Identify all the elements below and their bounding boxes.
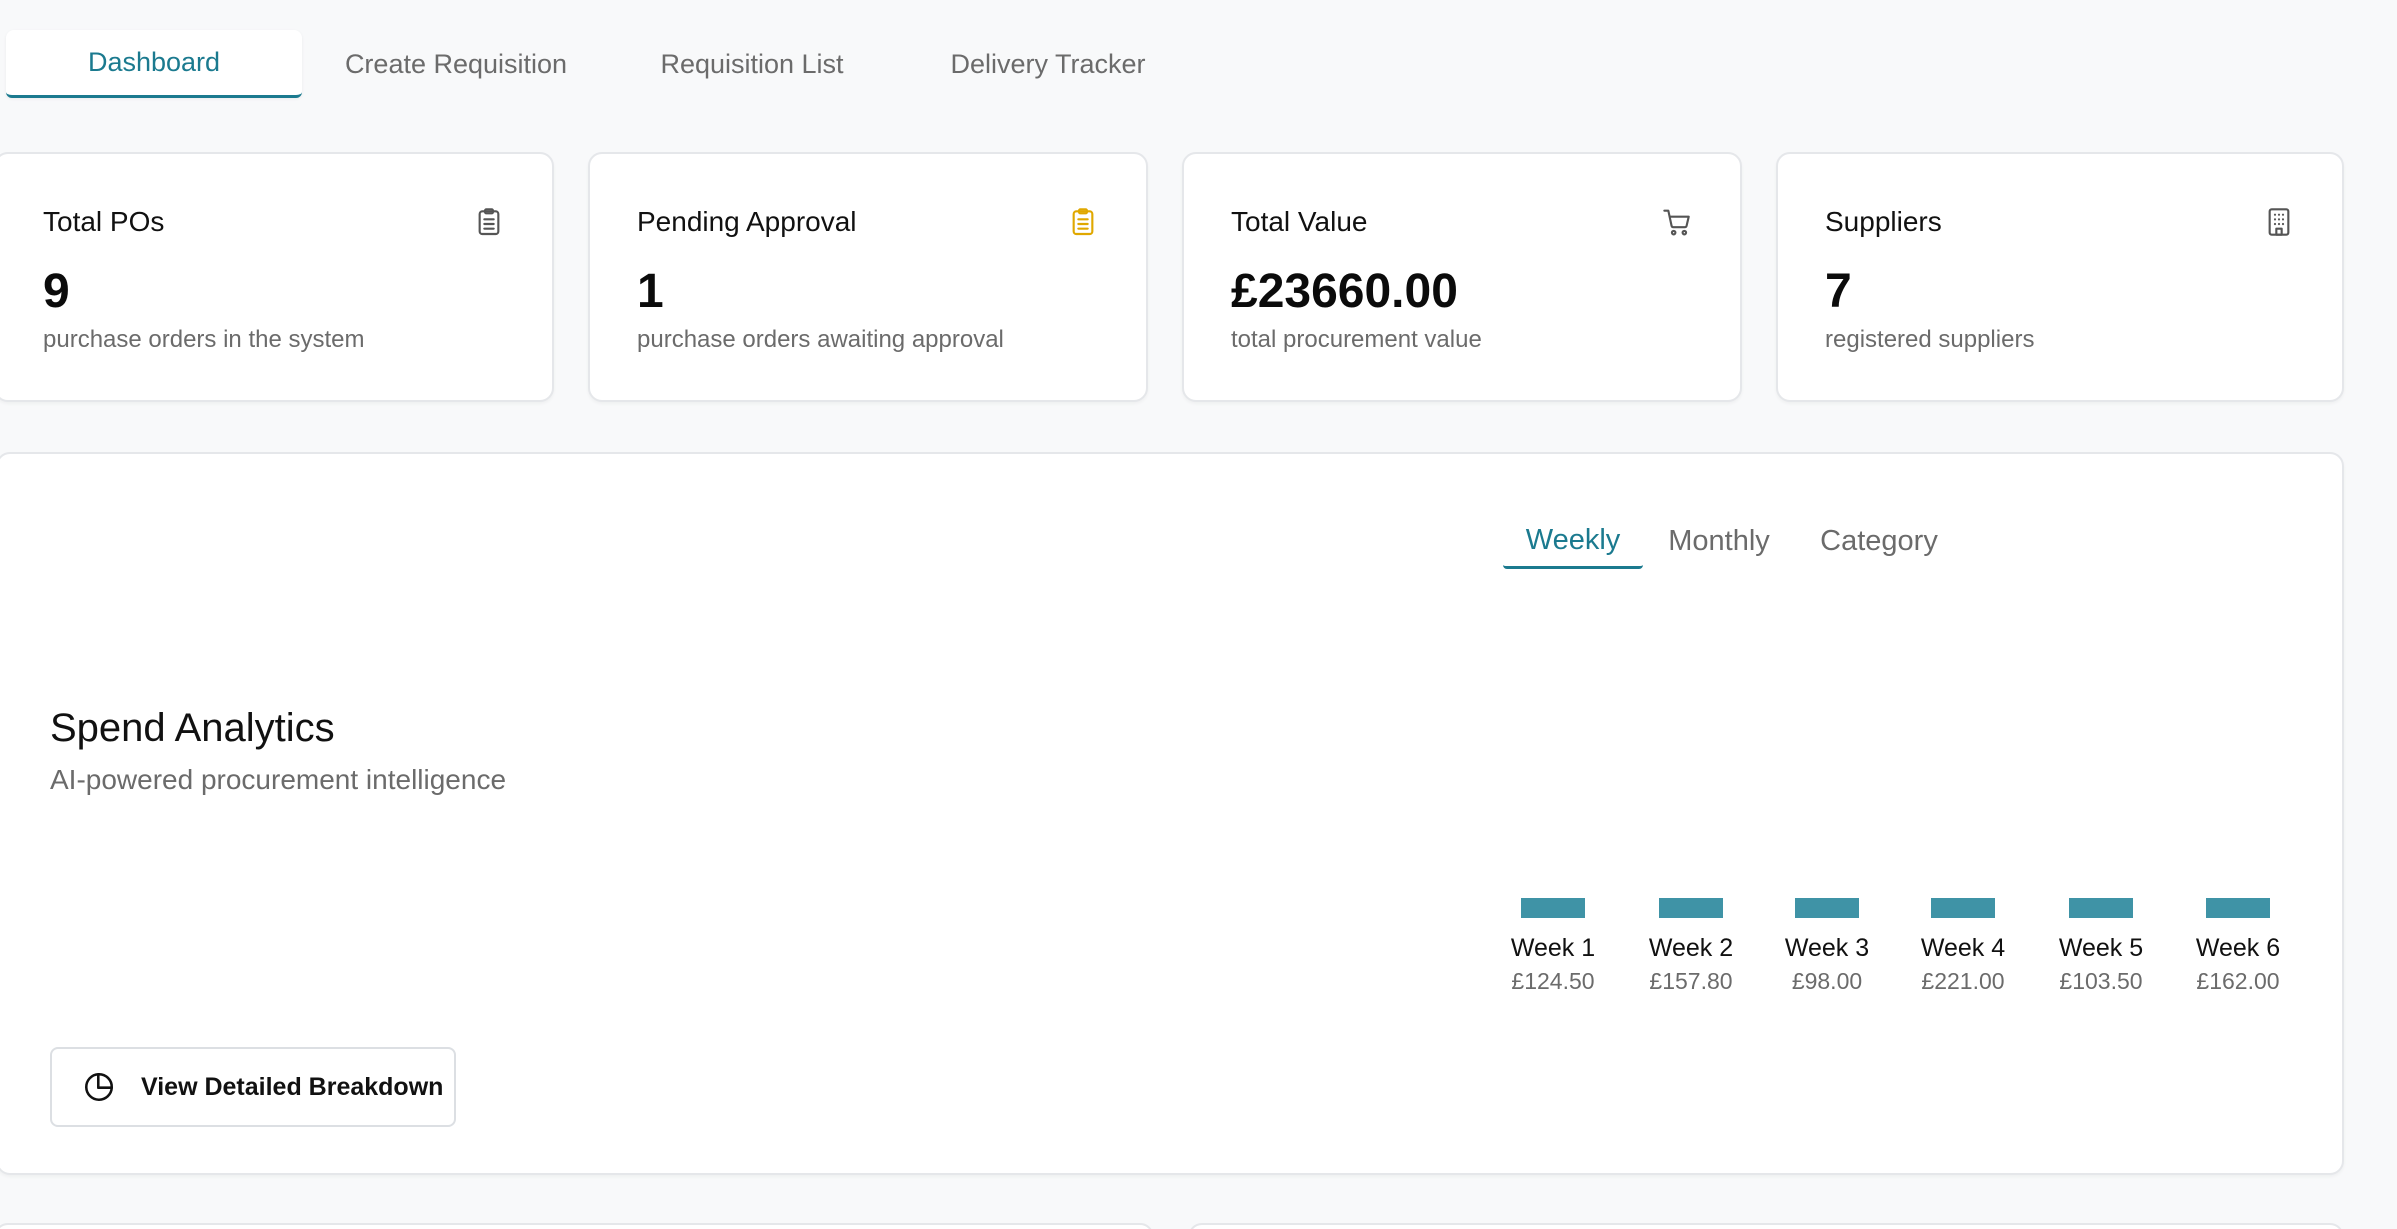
stat-description: total procurement value (1231, 326, 1482, 353)
clipboard-icon (478, 208, 500, 236)
stat-label: Suppliers (1825, 206, 1942, 237)
chart-category-label: Week 1 (1510, 934, 1596, 962)
chart-bar (2069, 898, 2133, 918)
chart-bar (1931, 898, 1995, 918)
chart-bar (1659, 898, 1723, 918)
chart-category-label: Week 3 (1784, 934, 1870, 962)
stat-value: 9 (43, 265, 70, 318)
view-detailed-breakdown-button[interactable]: View Detailed Breakdown (50, 1047, 456, 1127)
stat-description: purchase orders awaiting approval (637, 326, 1004, 353)
button-label: View Detailed Breakdown (141, 1072, 444, 1101)
tab-create-requisition[interactable]: Create Requisition (306, 30, 606, 98)
stat-card-suppliers: Suppliers 7 registered suppliers (1776, 152, 2344, 402)
stat-label: Total POs (43, 206, 165, 237)
cart-icon (1663, 209, 1690, 236)
chart-value-label: £98.00 (1791, 968, 1863, 994)
chart-value-label: £124.50 (1511, 968, 1595, 994)
stat-description: purchase orders in the system (43, 326, 365, 353)
chart-bar (1795, 898, 1859, 918)
bottom-card-right (1188, 1223, 2344, 1229)
stat-description: registered suppliers (1825, 326, 2035, 353)
stat-value: 1 (637, 265, 664, 318)
stat-label: Pending Approval (637, 206, 857, 237)
clipboard-pending-icon (1072, 208, 1094, 236)
stat-value: 7 (1825, 265, 1852, 318)
spend-analytics-panel: Weekly Monthly Category Spend Analytics … (0, 452, 2344, 1175)
chart-bar (1521, 898, 1585, 918)
chart-category-label: Week 6 (2195, 934, 2281, 962)
bottom-card-left (0, 1223, 1154, 1229)
stat-card-total-pos: Total POs 9 purchase orders in the syste… (0, 152, 554, 402)
chart-value-label: £103.50 (2059, 968, 2143, 994)
stat-label: Total Value (1231, 206, 1368, 237)
stat-card-total-value: Total Value £23660.00 total procurement … (1182, 152, 1742, 402)
chart-category-label: Week 2 (1648, 934, 1734, 962)
tab-dashboard[interactable]: Dashboard (6, 30, 302, 98)
chart-value-label: £157.80 (1649, 968, 1733, 994)
stat-card-pending-approval: Pending Approval 1 purchase orders await… (588, 152, 1148, 402)
pie-chart-icon (85, 1072, 114, 1101)
chart-value-label: £162.00 (2196, 968, 2280, 994)
chart-category-label: Week 5 (2058, 934, 2144, 962)
tab-requisition-list[interactable]: Requisition List (604, 30, 900, 98)
stat-value: £23660.00 (1231, 265, 1458, 318)
chart-value-label: £221.00 (1921, 968, 2005, 994)
dashboard-page: Dashboard Create Requisition Requisition… (0, 0, 2397, 1229)
chart-category-label: Week 4 (1920, 934, 2006, 962)
tab-delivery-tracker[interactable]: Delivery Tracker (900, 30, 1196, 98)
chart-bar (2206, 898, 2270, 918)
building-icon (2268, 208, 2290, 236)
